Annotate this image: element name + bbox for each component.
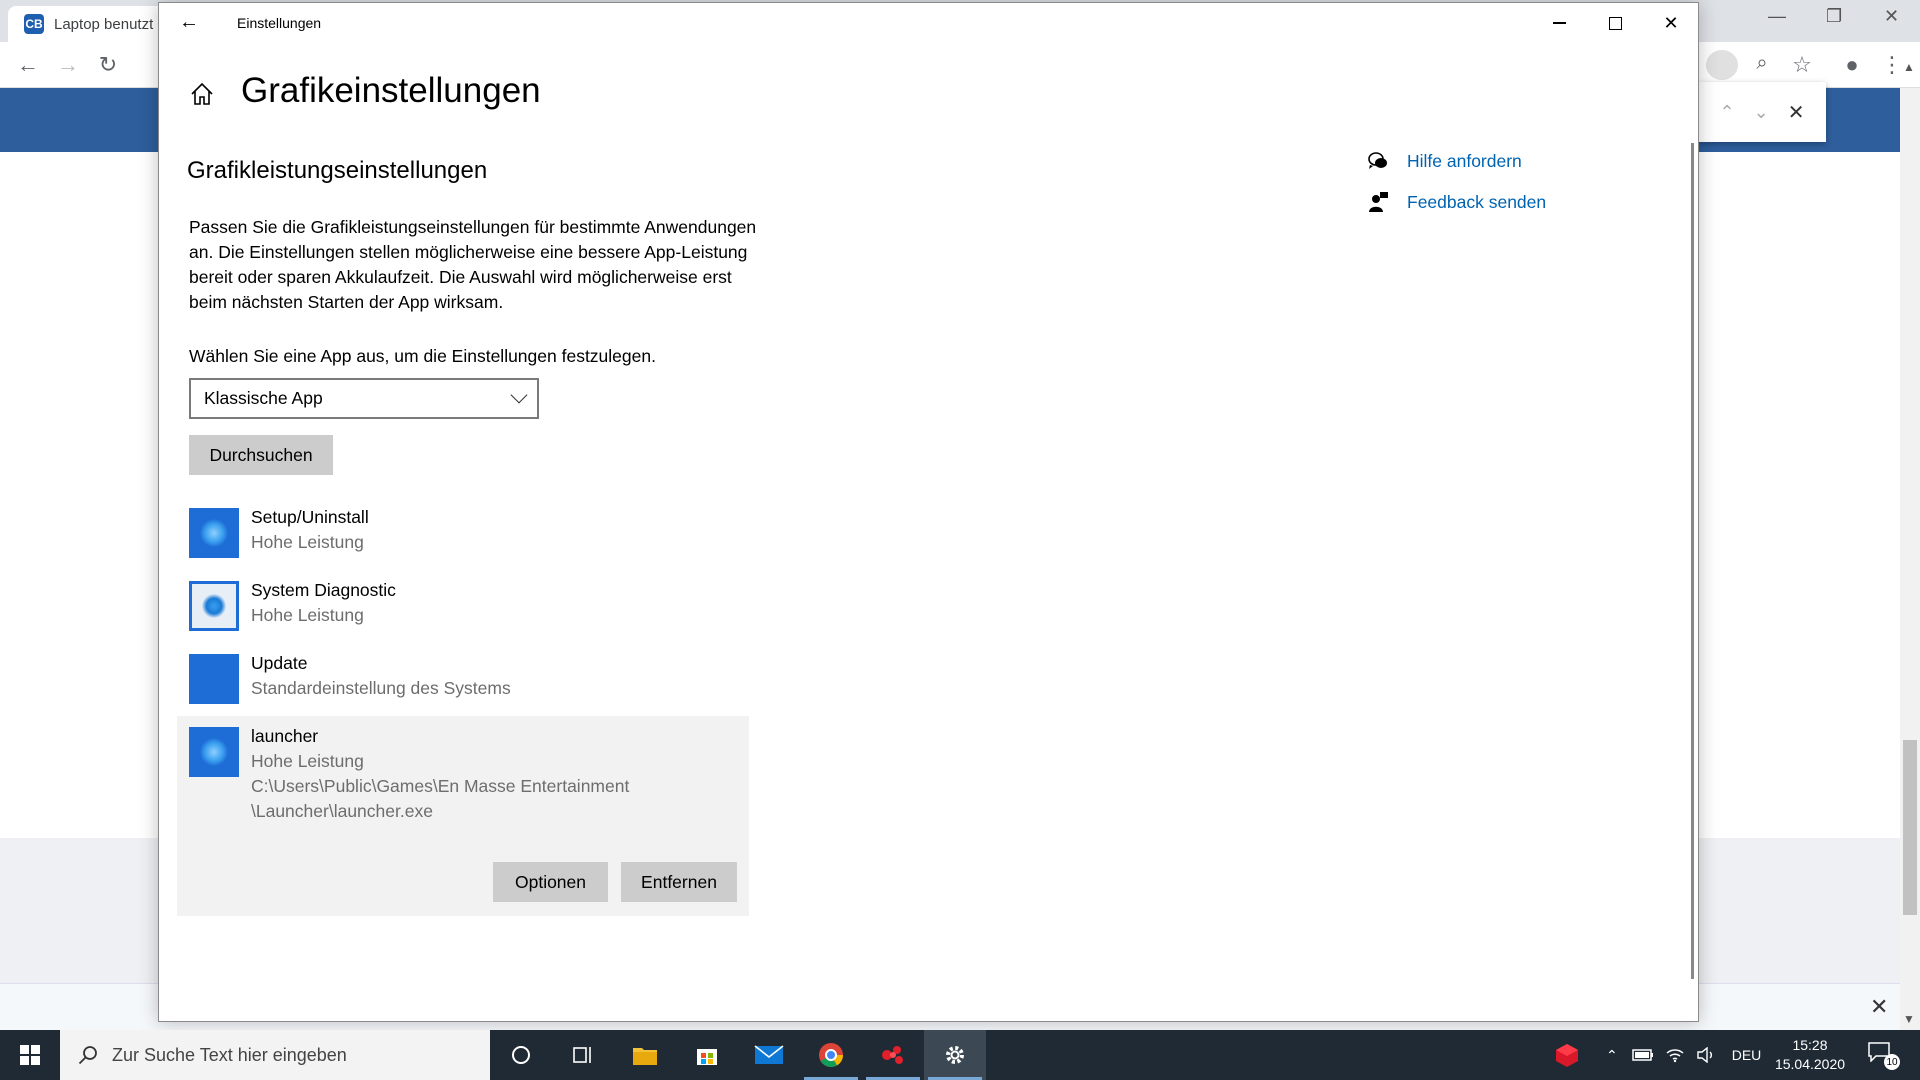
game-launcher-icon[interactable] <box>862 1030 924 1080</box>
list-item[interactable]: Update Standardeinstellung des Systems <box>177 643 749 716</box>
page-title: Grafikeinstellungen <box>241 71 541 110</box>
language-indicator[interactable]: DEU <box>1732 1047 1762 1063</box>
scroll-up-icon[interactable]: ▲ <box>1903 60 1915 74</box>
options-button[interactable]: Optionen <box>493 862 608 902</box>
minimize-button[interactable] <box>1531 3 1587 43</box>
list-item[interactable]: System Diagnostic Hohe Leistung <box>177 570 749 643</box>
search-icon <box>78 1046 97 1065</box>
zoom-icon[interactable]: ⌕ <box>1748 52 1776 75</box>
mail-icon[interactable] <box>738 1030 800 1080</box>
notification-count-badge: 10 <box>1884 1054 1900 1070</box>
find-previous-icon[interactable]: ⌃ <box>1720 102 1735 123</box>
window-title: Einstellungen <box>237 15 322 31</box>
list-item[interactable]: Setup/Uninstall Hohe Leistung <box>177 497 749 570</box>
close-button[interactable]: ✕ <box>1643 3 1699 43</box>
app-name: Update <box>251 653 308 673</box>
app-name: System Diagnostic <box>251 580 396 600</box>
task-view-icon[interactable] <box>552 1030 614 1080</box>
windows-logo-icon <box>20 1045 40 1065</box>
chat-help-icon <box>1368 152 1387 169</box>
app-actions: Optionen Entfernen <box>189 836 737 902</box>
volume-icon[interactable] <box>1696 1047 1716 1063</box>
help-link[interactable]: Hilfe anfordern <box>1367 150 1522 172</box>
choose-app-label: Wählen Sie eine App aus, um die Einstell… <box>189 346 656 366</box>
list-item-selected[interactable]: launcher Hohe Leistung C:\Users\Public\G… <box>177 716 749 916</box>
minimize-icon <box>1552 22 1566 24</box>
find-next-icon[interactable]: ⌄ <box>1754 102 1769 123</box>
notice-close-icon[interactable]: ✕ <box>1870 994 1888 1020</box>
find-bar: ⌃ ⌄ ✕ <box>1698 82 1826 142</box>
update-app-icon <box>189 654 239 704</box>
app-setting: Hohe Leistung <box>251 751 364 771</box>
back-icon[interactable]: ← <box>14 52 42 78</box>
chevron-down-icon <box>510 386 528 404</box>
find-page-icon[interactable] <box>1706 50 1738 80</box>
app-setting: Hohe Leistung <box>251 605 364 625</box>
system-tray: ⌃ DEU <box>1554 1030 1761 1080</box>
maximize-icon <box>1608 16 1622 30</box>
search-placeholder: Zur Suche Text hier eingeben <box>112 1044 347 1065</box>
clock-date: 15.04.2020 <box>1774 1056 1846 1072</box>
site-favicon-icon: CB <box>24 14 44 34</box>
app-list: Setup/Uninstall Hohe Leistung System Dia… <box>177 497 749 916</box>
app-setting: Standardeinstellung des Systems <box>251 678 511 698</box>
taskbar: Zur Suche Text hier eingeben ⌃ DEU 15:28… <box>0 1030 1920 1080</box>
browse-button[interactable]: Durchsuchen <box>189 435 333 475</box>
chrome-icon[interactable] <box>800 1030 862 1080</box>
close-icon: ✕ <box>1663 12 1679 33</box>
settings-gear-icon[interactable] <box>924 1030 986 1080</box>
browser-restore-icon[interactable]: ❐ <box>1826 6 1842 27</box>
browser-minimize-icon[interactable]: — <box>1768 6 1786 27</box>
find-close-icon[interactable]: ✕ <box>1788 100 1805 125</box>
section-heading: Grafikleistungseinstellungen <box>187 157 488 184</box>
maximize-button[interactable] <box>1587 3 1643 43</box>
settings-window: ← Einstellungen ✕ Grafikeinstellungen Gr… <box>158 2 1699 1022</box>
battery-icon[interactable] <box>1631 1048 1654 1062</box>
app-path: C:\Users\Public\Games\En Masse Entertain… <box>251 776 630 821</box>
window-titlebar: ← Einstellungen ✕ <box>159 3 1698 43</box>
clock-time: 15:28 <box>1792 1037 1828 1053</box>
forward-icon[interactable]: → <box>54 52 82 78</box>
home-icon[interactable] <box>189 81 215 107</box>
file-explorer-icon[interactable] <box>614 1030 676 1080</box>
browser-tab-title: Laptop benutzt <box>54 15 154 33</box>
help-link-label: Hilfe anfordern <box>1407 150 1522 171</box>
feedback-link-label: Feedback senden <box>1407 191 1547 212</box>
remove-button[interactable]: Entfernen <box>621 862 737 902</box>
launcher-app-icon <box>189 727 239 777</box>
description-text: Passen Sie die Grafikleistungseinstellun… <box>189 217 757 312</box>
browser-menu-icon[interactable]: ⋮ <box>1878 52 1906 78</box>
scroll-down-icon[interactable]: ▼ <box>1903 1012 1915 1026</box>
taskbar-search[interactable]: Zur Suche Text hier eingeben <box>60 1030 490 1080</box>
start-button[interactable] <box>0 1030 60 1080</box>
app-setting: Hohe Leistung <box>251 532 364 552</box>
setup-app-icon <box>189 508 239 558</box>
feedback-link[interactable]: Feedback senden <box>1367 191 1546 213</box>
settings-scrollbar[interactable] <box>1691 143 1694 979</box>
reload-icon[interactable]: ↻ <box>94 52 122 78</box>
app-name: Setup/Uninstall <box>251 507 369 527</box>
profile-avatar-icon[interactable]: ● <box>1838 52 1866 78</box>
dropdown-value: Klassische App <box>204 388 323 408</box>
diagnostic-app-icon <box>189 581 239 631</box>
back-arrow-icon[interactable]: ← <box>179 11 199 34</box>
app-type-dropdown[interactable]: Klassische App <box>189 378 539 419</box>
app-name: launcher <box>251 726 319 746</box>
action-center-button[interactable]: 10 <box>1868 1042 1900 1070</box>
microsoft-store-icon[interactable] <box>676 1030 738 1080</box>
wifi-icon[interactable] <box>1666 1047 1684 1063</box>
browser-close-icon[interactable]: ✕ <box>1884 6 1899 27</box>
show-hidden-icons[interactable]: ⌃ <box>1606 1047 1618 1064</box>
cortana-icon[interactable] <box>490 1030 552 1080</box>
feedback-person-icon <box>1369 192 1388 212</box>
security-tray-icon[interactable] <box>1554 1042 1580 1068</box>
bookmark-star-icon[interactable]: ☆ <box>1788 52 1816 78</box>
clock[interactable]: 15:28 15.04.2020 <box>1768 1036 1852 1074</box>
browser-scroll-thumb[interactable] <box>1903 740 1917 915</box>
